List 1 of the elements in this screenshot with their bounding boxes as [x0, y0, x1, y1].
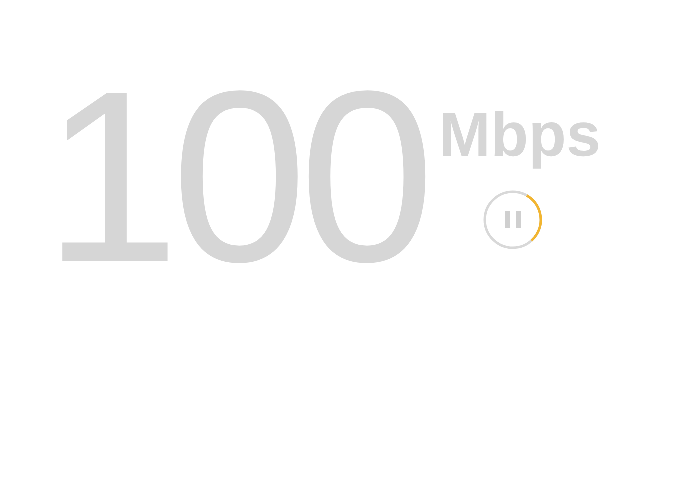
pause-button[interactable]: [482, 189, 544, 251]
